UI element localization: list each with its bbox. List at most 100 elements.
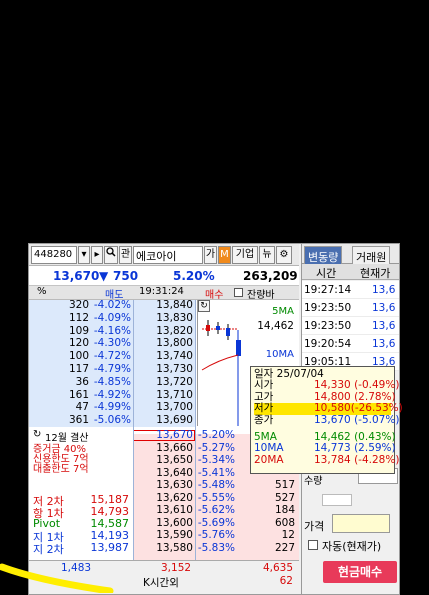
loan-limit-label: 대출한도 7억 bbox=[33, 464, 89, 475]
ask-price: 13,690 bbox=[156, 414, 193, 427]
stock-info-block: ↻ 12월 결산 증거금 40% 신용한도 7억 대출한도 7억 저 2차 15… bbox=[29, 427, 133, 560]
bid-pct: -5.55% bbox=[197, 491, 235, 504]
ask-pct: -4.99% bbox=[93, 401, 131, 414]
bid-price: 13,630 bbox=[156, 479, 193, 491]
bid-price: 13,590 bbox=[156, 529, 193, 541]
ask-qty: 100 bbox=[68, 350, 89, 363]
search-icon[interactable] bbox=[104, 246, 118, 264]
bid-price: 13,580 bbox=[156, 541, 193, 554]
quantity-input[interactable] bbox=[322, 494, 352, 506]
bid-price: 13,610 bbox=[156, 504, 193, 516]
price-input[interactable] bbox=[332, 514, 390, 533]
support2-label: 지 2차 bbox=[33, 543, 64, 556]
tab-broker[interactable]: 거래원 bbox=[352, 246, 391, 264]
cash-buy-button[interactable]: 현금매수 bbox=[323, 561, 397, 583]
remain-bar-label: 잔량바 bbox=[247, 290, 275, 301]
next-arrow-icon[interactable]: ▸ bbox=[91, 246, 103, 264]
yellow-highlight-stroke bbox=[0, 563, 114, 593]
dropdown-arrow-icon[interactable]: ▾ bbox=[78, 246, 90, 264]
auto-price-label: 자동(현재가) bbox=[322, 540, 382, 553]
ask-pct: -4.79% bbox=[93, 363, 131, 375]
ask-qty: 109 bbox=[68, 324, 89, 337]
news-button[interactable]: 뉴 bbox=[259, 246, 275, 264]
ask-price: 13,730 bbox=[156, 363, 193, 375]
ask-qty: 36 bbox=[75, 375, 89, 388]
bid-pct: -5.27% bbox=[197, 441, 235, 454]
tab-bar: 변동량 거래원 bbox=[302, 244, 399, 264]
percent-toggle[interactable]: % bbox=[37, 286, 47, 297]
current-price: 13,670 bbox=[53, 269, 100, 283]
bid-qty: 517 bbox=[274, 479, 295, 491]
ohlc-tooltip: 일자 25/07/04 시가 14,330 (-0.49%) 고가 14,800… bbox=[250, 366, 403, 474]
tick-row[interactable]: 19:27:14 13,6 bbox=[302, 281, 399, 299]
after-hours-value: 62 bbox=[279, 575, 293, 587]
tick-header: 시간 현재가 bbox=[302, 264, 399, 280]
high-label: 고가 bbox=[254, 390, 274, 403]
column-divider bbox=[195, 300, 196, 562]
tick-price: 13,6 bbox=[372, 338, 396, 350]
ma5-popup-label: 5MA bbox=[254, 430, 277, 443]
orderbook-header: % 매도 19:31:24 매수 잔량바 bbox=[29, 286, 299, 301]
tick-row[interactable]: 19:20:54 13,6 bbox=[302, 335, 399, 353]
company-info-button[interactable]: 기업 bbox=[232, 246, 258, 264]
ask-price: 13,830 bbox=[156, 311, 193, 324]
bid-pct: -5.41% bbox=[197, 466, 235, 479]
bid-qty: 527 bbox=[274, 491, 295, 504]
open-label: 시가 bbox=[254, 379, 274, 392]
trade-volume: 263,209 bbox=[243, 269, 298, 283]
bid-total: 4,635 bbox=[262, 562, 293, 574]
ask-price: 13,700 bbox=[156, 401, 193, 414]
tick-row[interactable]: 19:23:50 13,6 bbox=[302, 317, 399, 335]
ask-qty: 112 bbox=[68, 311, 89, 324]
m-button[interactable]: M bbox=[218, 246, 231, 264]
bid-price: 13,600 bbox=[156, 516, 193, 529]
refresh-icon[interactable]: ↻ bbox=[33, 429, 41, 440]
ask-price: 13,710 bbox=[156, 388, 193, 401]
close-label: 종가 bbox=[254, 413, 274, 426]
quantity-label-fragment: 수량 bbox=[304, 476, 323, 487]
tab-volume-change[interactable]: 변동량 bbox=[304, 246, 343, 264]
ask-pct: -4.09% bbox=[93, 311, 131, 324]
ask-price: 13,800 bbox=[156, 337, 193, 350]
down-arrow-icon: ▼ bbox=[99, 269, 109, 283]
ask-pct: -4.85% bbox=[93, 375, 131, 388]
price-label: 가격 bbox=[304, 520, 325, 533]
stock-code-input[interactable]: 448280 bbox=[31, 246, 77, 264]
bid-price: 13,650 bbox=[156, 454, 193, 466]
bid-qty: 184 bbox=[274, 504, 295, 516]
time-column-header: 시간 bbox=[316, 267, 337, 280]
stock-name-field[interactable]: 에코아이 bbox=[133, 246, 203, 264]
bid-price: 13,660 bbox=[156, 441, 193, 454]
bid-price: 13,620 bbox=[156, 491, 193, 504]
ask-qty: 117 bbox=[68, 363, 89, 375]
low-label: 저가 bbox=[254, 402, 274, 415]
ask-pct: -4.72% bbox=[93, 350, 131, 363]
ma5-label: 5MA bbox=[272, 306, 294, 317]
tick-row[interactable]: 19:23:50 13,6 bbox=[302, 299, 399, 317]
bid-qty: 608 bbox=[274, 516, 295, 529]
remain-bar-checkbox[interactable] bbox=[234, 288, 243, 297]
bid-pct: -5.76% bbox=[197, 529, 235, 541]
price-change: 750 bbox=[113, 269, 139, 283]
ask-price: 13,840 bbox=[156, 299, 193, 311]
date-value: 25/07/04 bbox=[276, 368, 324, 380]
ma20-popup-label: 20MA bbox=[254, 453, 284, 466]
ask-pct: -4.02% bbox=[93, 299, 131, 311]
tick-time: 19:23:50 bbox=[304, 302, 352, 314]
tick-price: 13,6 bbox=[372, 302, 396, 314]
tick-time: 19:20:54 bbox=[304, 338, 352, 350]
ma10-label: 10MA bbox=[265, 349, 294, 360]
gear-icon[interactable]: ⚙ bbox=[276, 246, 292, 264]
tick-time: 19:27:14 bbox=[304, 284, 352, 296]
bid-pct: -5.69% bbox=[197, 516, 235, 529]
buy-header: 매수 bbox=[205, 290, 224, 301]
watchlist-button[interactable]: 관 bbox=[119, 246, 132, 264]
column-divider bbox=[133, 300, 134, 562]
after-hours-label: K시간외 bbox=[143, 577, 179, 589]
ga-button[interactable]: 가 bbox=[204, 246, 217, 264]
auto-price-checkbox[interactable] bbox=[308, 540, 318, 550]
ask-pct: -4.30% bbox=[93, 337, 131, 350]
price-column-header: 현재가 bbox=[360, 267, 391, 280]
bid-qty: 227 bbox=[274, 541, 295, 554]
bid-pct: -5.34% bbox=[197, 454, 235, 466]
